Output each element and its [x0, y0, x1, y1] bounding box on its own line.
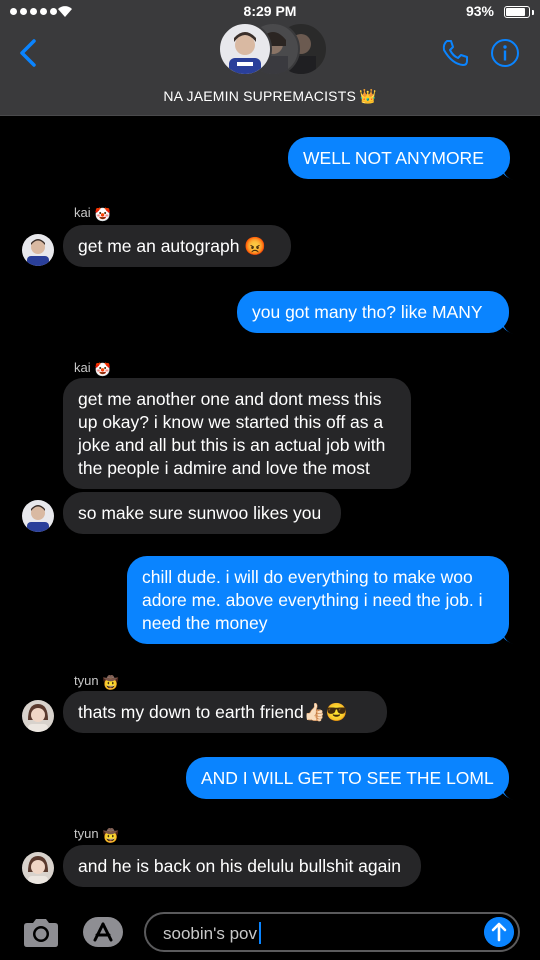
message-bubble-incoming[interactable]: get me another one and dont mess this up… [63, 378, 411, 489]
input-value: soobin's pov [163, 924, 257, 943]
back-chevron-icon[interactable] [16, 38, 42, 68]
message-text: get me an autograph [78, 236, 240, 256]
bubble-tail [502, 320, 514, 334]
avatar [22, 852, 54, 884]
avatar [22, 500, 54, 532]
avatar [22, 700, 54, 732]
angry-emoji: 😡 [244, 236, 267, 256]
message-bubble-incoming[interactable]: get me an autograph 😡 [63, 225, 291, 267]
message-bubble-incoming[interactable]: thats my down to earth friend👍🏻😎 [63, 691, 387, 733]
crown-icon: 👑 [359, 88, 377, 104]
message-text: you got many tho? like MANY [252, 302, 483, 322]
camera-icon[interactable] [22, 918, 60, 948]
avatar [218, 22, 272, 76]
battery-percent: 93% [465, 3, 494, 19]
message-bubble-outgoing[interactable]: AND I WILL GET TO SEE THE LOML [186, 757, 509, 799]
status-time: 8:29 PM [243, 3, 297, 19]
app-store-icon[interactable] [82, 916, 124, 948]
message-bubble-incoming[interactable]: and he is back on his delulu bullshit ag… [63, 845, 421, 887]
status-bar: 8:29 PM 93% [0, 0, 540, 24]
group-name[interactable]: NA JAEMIN SUPREMACISTS 👑 [0, 88, 540, 105]
bubble-tail [502, 166, 514, 180]
message-text: WELL NOT ANYMORE [303, 148, 484, 168]
message-text: get me another one and dont mess this up… [78, 389, 386, 478]
battery-icon [504, 6, 530, 18]
conversation-header: 8:29 PM 93% NA JAEMIN SUPREMACISTS 👑 [0, 0, 540, 116]
sender-name: tyun 🤠 [74, 673, 119, 690]
message-input[interactable]: soobin's pov [144, 912, 520, 952]
message-text: thats my down to earth friend [78, 702, 304, 722]
sender-name: kai 🤡 [74, 360, 111, 377]
composer-bar: soobin's pov [0, 898, 540, 960]
message-text: so make sure sunwoo likes you [78, 503, 322, 523]
info-icon[interactable] [490, 38, 520, 68]
group-avatars[interactable] [218, 22, 328, 78]
avatar [22, 234, 54, 266]
text-caret [258, 922, 261, 944]
thumbs-up-sunglasses-emoji: 👍🏻😎 [303, 702, 348, 722]
bubble-tail [502, 630, 514, 644]
bubble-tail [502, 786, 514, 800]
message-bubble-incoming[interactable]: so make sure sunwoo likes you [63, 492, 341, 534]
message-text: AND I WILL GET TO SEE THE LOML [201, 768, 494, 788]
message-text: and he is back on his delulu bullshit ag… [78, 856, 401, 876]
message-bubble-outgoing[interactable]: chill dude. i will do everything to make… [127, 556, 509, 644]
phone-icon[interactable] [440, 38, 470, 68]
send-arrow-icon[interactable] [484, 917, 514, 947]
group-name-label: NA JAEMIN SUPREMACISTS [163, 88, 356, 104]
sender-name: tyun 🤠 [74, 826, 119, 843]
sender-name: kai 🤡 [74, 205, 111, 222]
message-bubble-outgoing[interactable]: you got many tho? like MANY [237, 291, 509, 333]
message-text: chill dude. i will do everything to make… [142, 567, 483, 633]
message-bubble-outgoing[interactable]: WELL NOT ANYMORE [288, 137, 510, 179]
